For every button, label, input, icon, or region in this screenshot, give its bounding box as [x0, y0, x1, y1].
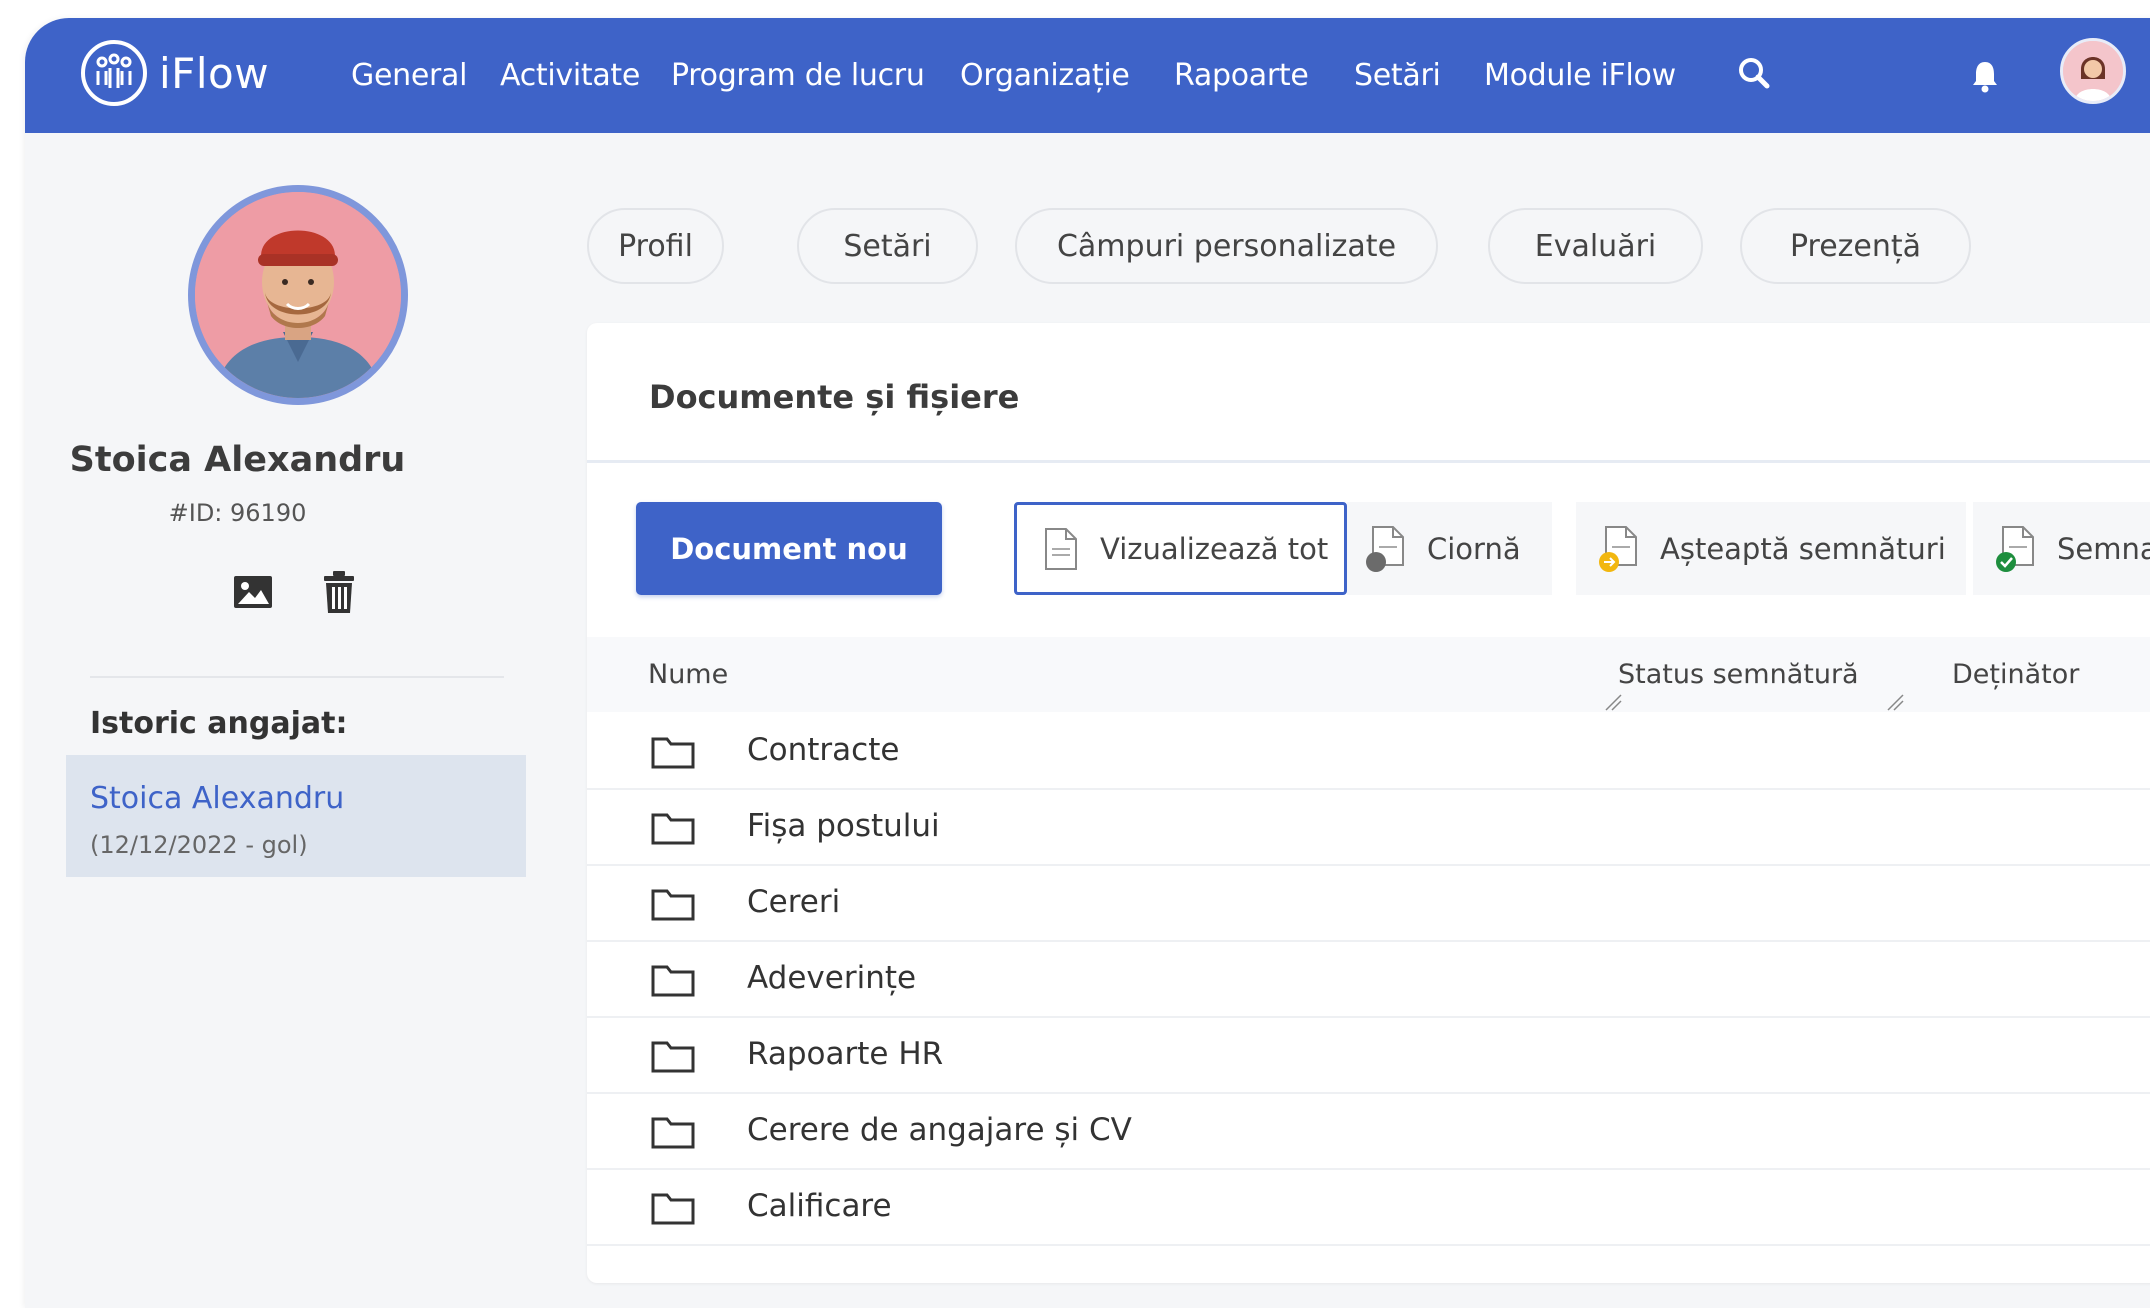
folder-icon: [651, 813, 695, 845]
table-row[interactable]: Adeverințe: [587, 940, 2150, 1018]
filter-draft-label: Ciornă: [1427, 531, 1521, 566]
history-item-date: (12/12/2022 - gol): [90, 831, 308, 859]
image-icon[interactable]: [233, 574, 273, 610]
folder-icon: [651, 1117, 695, 1149]
table-row[interactable]: Calificare: [587, 1168, 2150, 1246]
sidebar-divider: [90, 676, 504, 678]
nav-module-iflow[interactable]: Module iFlow: [1484, 18, 1676, 133]
table-header: Nume Status semnătură Deținător: [587, 637, 2150, 712]
filter-awaiting-label: Așteaptă semnături: [1660, 531, 1946, 566]
filter-signed[interactable]: Semnat: [1973, 502, 2150, 595]
folder-name: Cereri: [747, 884, 841, 920]
tab-prezenta[interactable]: Prezență: [1740, 208, 1971, 284]
search-icon[interactable]: [1737, 56, 1771, 90]
folder-icon: [651, 1193, 695, 1225]
filter-draft[interactable]: Ciornă: [1347, 502, 1552, 595]
employee-name: Stoica Alexandru: [69, 440, 406, 480]
folder-name: Fișa postului: [747, 808, 940, 844]
card-divider: [587, 460, 2150, 463]
folder-name: Contracte: [747, 732, 900, 768]
nav-rapoarte[interactable]: Rapoarte: [1174, 18, 1309, 133]
signed-document-icon: [1996, 525, 2034, 572]
column-signature-status[interactable]: Status semnătură: [1618, 659, 1859, 690]
card-title: Documente și fișiere: [649, 378, 1020, 416]
column-name[interactable]: Nume: [648, 659, 728, 690]
logo[interactable]: iFlow: [81, 38, 269, 108]
column-resize-handle[interactable]: [1886, 693, 1904, 711]
employee-id: #ID: 96190: [168, 499, 307, 527]
trash-icon[interactable]: [322, 570, 356, 614]
nav-program-de-lucru[interactable]: Program de lucru: [671, 18, 925, 133]
tab-setari[interactable]: Setări: [797, 208, 978, 284]
nav-organizatie[interactable]: Organizație: [960, 18, 1130, 133]
document-icon: [1045, 527, 1077, 570]
folder-name: Cerere de angajare și CV: [747, 1112, 1132, 1148]
folder-icon: [651, 1041, 695, 1073]
history-item-name[interactable]: Stoica Alexandru: [90, 781, 344, 816]
folder-name: Adeverințe: [747, 960, 917, 996]
column-resize-handle[interactable]: [1604, 693, 1622, 711]
filter-awaiting-signatures[interactable]: Așteaptă semnături: [1576, 502, 1966, 595]
table-row[interactable]: Fișa postului: [587, 788, 2150, 866]
table-row[interactable]: Cereri: [587, 864, 2150, 942]
app-window: iFlow General Activitate Program de lucr…: [25, 18, 2150, 1308]
nav-setari[interactable]: Setări: [1354, 18, 1441, 133]
top-navbar: iFlow General Activitate Program de lucr…: [25, 18, 2150, 133]
table-row[interactable]: Cerere de angajare și CV: [587, 1092, 2150, 1170]
tab-profil[interactable]: Profil: [587, 208, 724, 284]
folder-name: Rapoarte HR: [747, 1036, 944, 1072]
filter-signed-label: Semnat: [2057, 531, 2150, 566]
column-owner[interactable]: Deținător: [1952, 659, 2079, 690]
folder-name: Calificare: [747, 1188, 892, 1224]
folder-icon: [651, 737, 695, 769]
new-document-button[interactable]: Document nou: [636, 502, 942, 595]
logo-icon: [81, 40, 147, 106]
folder-icon: [651, 889, 695, 921]
documents-card: Documente și fișiere Document nou Vizual…: [587, 323, 2150, 1283]
table-row[interactable]: Rapoarte HR: [587, 1016, 2150, 1094]
draft-document-icon: [1366, 525, 1404, 572]
tab-campuri-personalizate[interactable]: Câmpuri personalizate: [1015, 208, 1438, 284]
app-name: iFlow: [159, 48, 270, 98]
history-title: Istoric angajat:: [90, 706, 348, 741]
profile-avatar: [188, 185, 408, 405]
user-avatar[interactable]: [2060, 38, 2126, 104]
filter-view-all[interactable]: Vizualizează tot: [1014, 502, 1347, 595]
nav-activitate[interactable]: Activitate: [500, 18, 640, 133]
nav-general[interactable]: General: [351, 18, 467, 133]
filter-view-all-label: Vizualizează tot: [1100, 531, 1329, 566]
folder-icon: [651, 965, 695, 997]
awaiting-document-icon: [1599, 525, 1637, 572]
tab-evaluari[interactable]: Evaluări: [1488, 208, 1703, 284]
notification-bell-icon[interactable]: [1965, 56, 2005, 96]
history-item[interactable]: Stoica Alexandru (12/12/2022 - gol): [66, 755, 526, 877]
table-row[interactable]: Contracte: [587, 712, 2150, 790]
